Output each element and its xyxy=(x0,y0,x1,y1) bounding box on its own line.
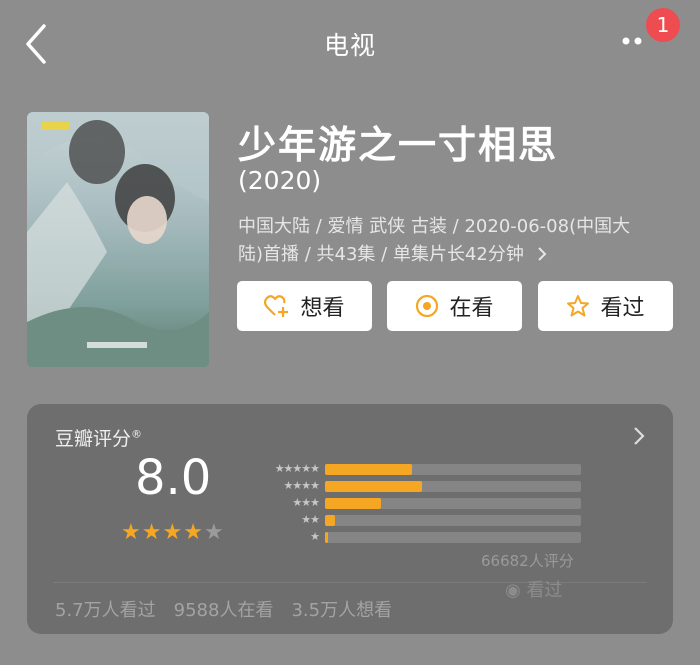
rating-count: 66682人评分 xyxy=(481,552,574,570)
want-label: 想看 xyxy=(300,296,345,321)
rating-label: 豆瓣评分® xyxy=(55,424,142,451)
score-star-icon: ★ xyxy=(203,520,224,545)
distribution-bar-fill xyxy=(325,498,382,509)
poster-artwork xyxy=(27,112,209,367)
rating-score: 8.0 xyxy=(135,450,212,506)
chevron-right-icon xyxy=(537,247,547,261)
rate-button-label: 看过 xyxy=(526,580,563,601)
target-icon xyxy=(415,294,439,318)
distribution-bar-fill xyxy=(325,464,413,475)
distribution-star-icon: ★★★★ xyxy=(283,479,320,492)
registered-mark: ® xyxy=(131,427,143,441)
poster-image[interactable] xyxy=(27,112,209,367)
distribution-bar-track xyxy=(325,481,581,492)
distribution-star-icon: ★ xyxy=(310,530,320,543)
stat-want[interactable]: 3.5万人想看 xyxy=(291,596,392,622)
rating-label-text: 豆瓣评分 xyxy=(55,428,132,450)
watch-stats: 5.7万人看过 9588人在看 3.5万人想看 xyxy=(55,596,392,622)
stat-watching[interactable]: 9588人在看 xyxy=(174,596,274,622)
watched-button[interactable]: 看过 xyxy=(538,281,673,331)
distribution-bar-track xyxy=(325,498,581,509)
rating-card[interactable]: 豆瓣评分® 8.0 ★ ★ ★ ★ ★ ★★★★★ ★★★★ ★★★ ★★ ★ 66682人评分… xyxy=(27,404,673,634)
page-title: 电视 xyxy=(323,31,376,60)
top-bar: 电视 1 xyxy=(0,0,700,84)
meta-line-2-text: 陆)首播 / 共43集 / 单集片长42分钟 xyxy=(238,244,524,265)
distribution-bar-track xyxy=(325,515,581,526)
meta-line-1: 中国大陆 / 爱情 武侠 古装 / 2020-06-08(中国大 xyxy=(238,216,631,237)
want-to-watch-button[interactable]: 想看 xyxy=(237,281,372,331)
distribution-bar-track xyxy=(325,532,581,543)
show-title: 少年游之一寸相思 xyxy=(238,123,559,167)
rate-button[interactable]: ◉ 看过 xyxy=(505,576,562,602)
rating-stars: ★ ★ ★ ★ ★ xyxy=(121,520,225,545)
watched-label: 看过 xyxy=(600,296,645,321)
distribution-bar-fill xyxy=(325,532,328,543)
meta-line-2: 陆)首播 / 共43集 / 单集片长42分钟 xyxy=(238,241,668,269)
distribution-star-icon: ★★ xyxy=(301,513,320,526)
score-star-icon: ★ xyxy=(141,520,162,545)
chevron-right-icon xyxy=(634,427,645,445)
show-meta[interactable]: 中国大陆 / 爱情 武侠 古装 / 2020-06-08(中国大 陆)首播 / … xyxy=(238,213,668,269)
watching-label: 在看 xyxy=(449,296,494,321)
score-star-icon: ★ xyxy=(121,520,141,545)
distribution-bar-fill xyxy=(325,515,336,526)
rate-icon: ◉ xyxy=(505,580,527,601)
show-year: (2020) xyxy=(238,166,322,195)
distribution-star-icon: ★★★ xyxy=(292,496,320,509)
distribution-star-icon: ★★★★★ xyxy=(274,462,320,475)
distribution-bar-fill xyxy=(325,481,423,492)
score-star-icon: ★ xyxy=(162,520,183,545)
distribution-bar-track xyxy=(325,464,581,475)
stat-watched[interactable]: 5.7万人看过 xyxy=(55,596,156,622)
star-icon xyxy=(566,294,590,318)
score-star-icon: ★ xyxy=(183,520,203,545)
notification-badge: 1 xyxy=(646,8,680,42)
rating-detail-button[interactable] xyxy=(633,426,645,450)
heart-plus-icon xyxy=(264,294,290,318)
watching-button[interactable]: 在看 xyxy=(387,281,522,331)
